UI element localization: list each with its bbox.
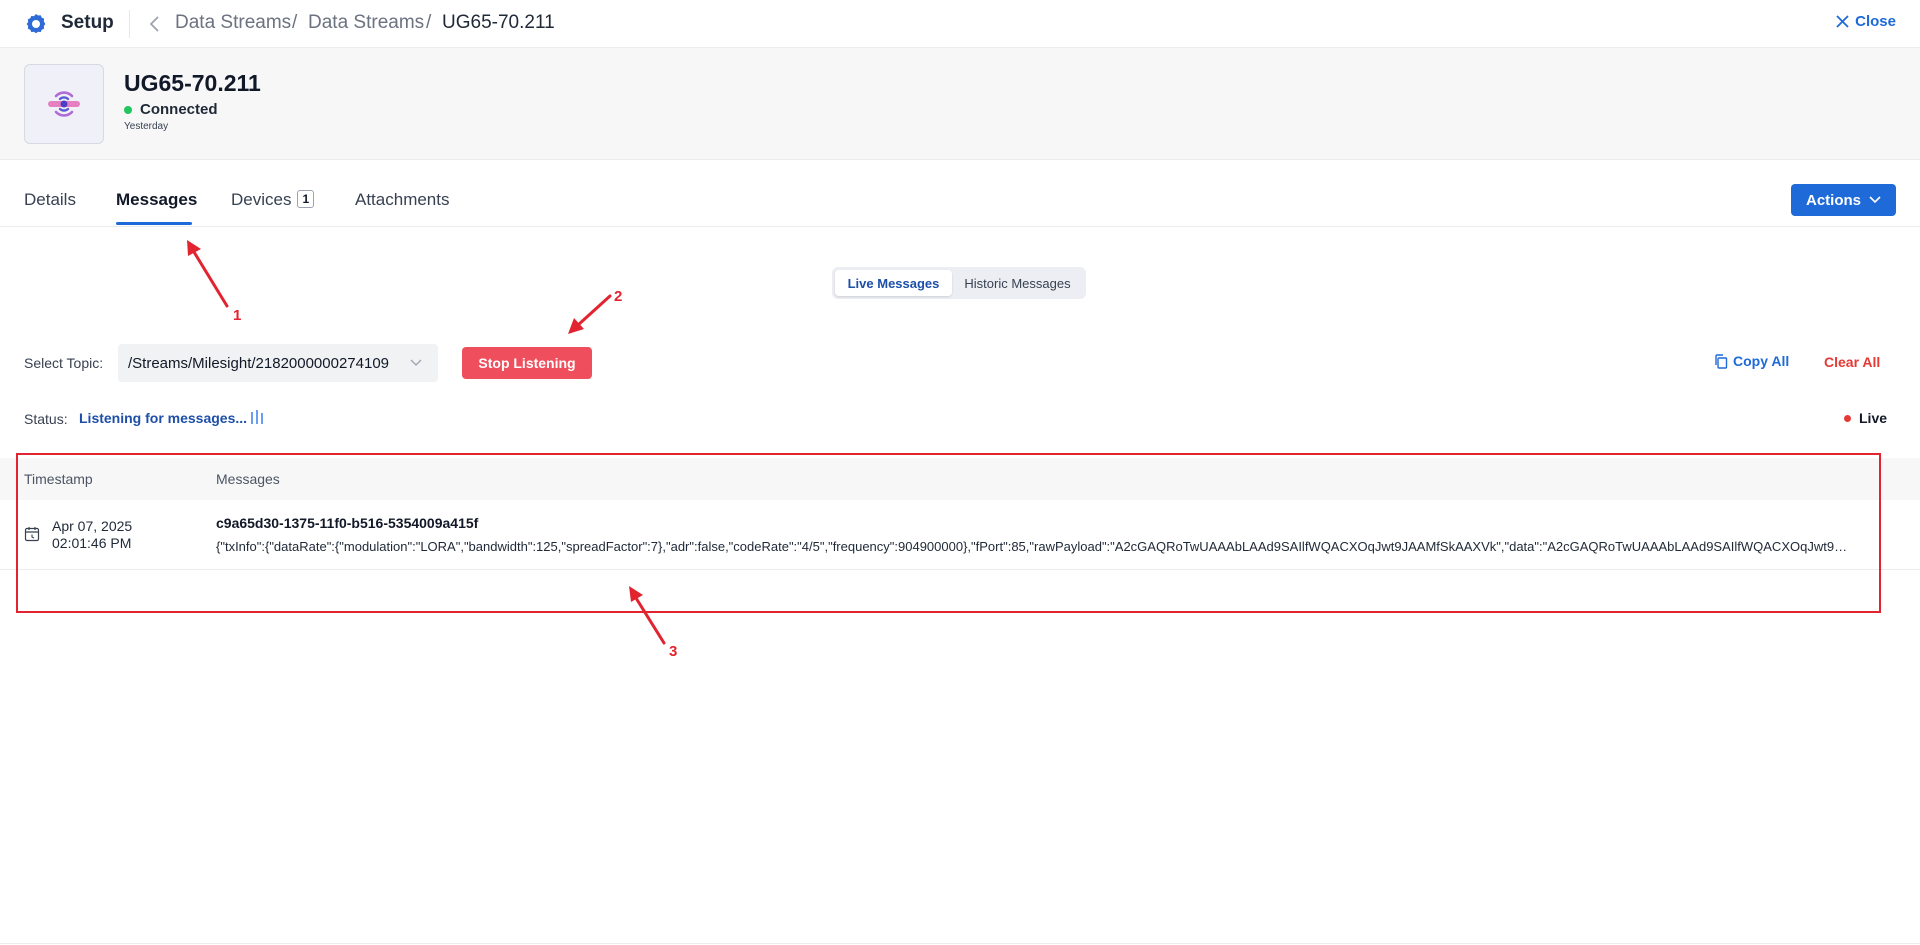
table-row[interactable]: Apr 07, 2025 02:01:46 PM c9a65d30-1375-1…: [0, 500, 1920, 570]
device-header: UG65-70.211 Connected Yesterday: [0, 48, 1920, 160]
status-text: Connected: [140, 101, 218, 118]
annotation-label-3: 3: [669, 643, 678, 660]
devices-count-badge: 1: [297, 190, 315, 208]
equalizer-icon: [251, 410, 263, 424]
app-title: Setup: [61, 12, 114, 33]
copy-all-button[interactable]: Copy All: [1714, 353, 1789, 369]
column-header-messages: Messages: [216, 471, 280, 487]
copy-all-label: Copy All: [1733, 353, 1790, 369]
breadcrumb-current: UG65-70.211: [442, 12, 555, 33]
close-label: Close: [1855, 13, 1896, 30]
annotation-label-2: 2: [614, 288, 623, 305]
gear-icon: [26, 14, 46, 34]
device-name: UG65-70.211: [124, 70, 261, 96]
status-dot: [124, 105, 132, 114]
clear-all-button[interactable]: Clear All: [1824, 354, 1880, 370]
top-bar: Setup Data Streams / Data Streams / UG65…: [0, 0, 1920, 48]
device-avatar: [24, 64, 104, 144]
stream-icon: [48, 91, 80, 117]
tab-details[interactable]: Details: [24, 190, 76, 210]
chevron-down-icon: [410, 359, 422, 366]
message-payload: {"txInfo":{"dataRate":{"modulation":"LOR…: [216, 539, 1852, 554]
breadcrumb-separator: /: [292, 12, 298, 33]
live-messages-toggle[interactable]: Live Messages: [835, 270, 952, 296]
tab-attachments[interactable]: Attachments: [355, 190, 450, 210]
annotation-label-1: 1: [233, 307, 242, 324]
last-seen: Yesterday: [124, 121, 169, 132]
historic-messages-toggle[interactable]: Historic Messages: [952, 270, 1083, 296]
live-indicator: Live: [1844, 410, 1887, 426]
topic-value: /Streams/Milesight/2182000000274109: [128, 354, 390, 372]
tab-devices[interactable]: Devices 1: [231, 190, 315, 210]
actions-button[interactable]: Actions: [1791, 184, 1896, 216]
topic-select[interactable]: /Streams/Milesight/2182000000274109: [118, 344, 438, 382]
divider: [0, 943, 1920, 944]
tab-messages[interactable]: Messages: [116, 190, 197, 210]
tab-bar: Details Messages Devices 1 Attachments: [0, 160, 1920, 227]
column-header-timestamp: Timestamp: [24, 471, 93, 487]
status-value: Listening for messages...: [79, 410, 248, 426]
close-button[interactable]: Close: [1836, 13, 1896, 30]
breadcrumb-data-streams[interactable]: Data Streams: [175, 12, 291, 34]
select-topic-label: Select Topic:: [24, 355, 104, 371]
copy-icon: [1715, 353, 1728, 369]
message-id: c9a65d30-1375-11f0-b516-5354009a415f: [216, 515, 479, 531]
tab-devices-label: Devices: [231, 190, 292, 209]
chevron-left-icon[interactable]: [144, 13, 166, 35]
breadcrumb-data-streams-2[interactable]: Data Streams: [308, 12, 424, 34]
message-mode-switch: Live Messages Historic Messages: [832, 267, 1086, 299]
breadcrumb-separator: /: [426, 12, 432, 33]
divider: [129, 10, 130, 38]
actions-label: Actions: [1805, 191, 1861, 209]
stop-listening-button[interactable]: Stop Listening: [462, 347, 592, 379]
status-label: Status:: [24, 411, 68, 427]
close-icon: [1836, 15, 1849, 28]
calendar-clock-icon: [24, 527, 40, 542]
live-label: Live: [1859, 410, 1888, 426]
connection-status: Connected: [124, 101, 218, 118]
active-tab-indicator: [116, 222, 192, 225]
table-header: Timestamp Messages: [0, 458, 1920, 500]
live-dot: [1844, 414, 1851, 422]
message-date: Apr 07, 2025: [52, 518, 133, 534]
chevron-down-icon: [1869, 196, 1881, 204]
message-time: 02:01:46 PM: [52, 535, 132, 551]
